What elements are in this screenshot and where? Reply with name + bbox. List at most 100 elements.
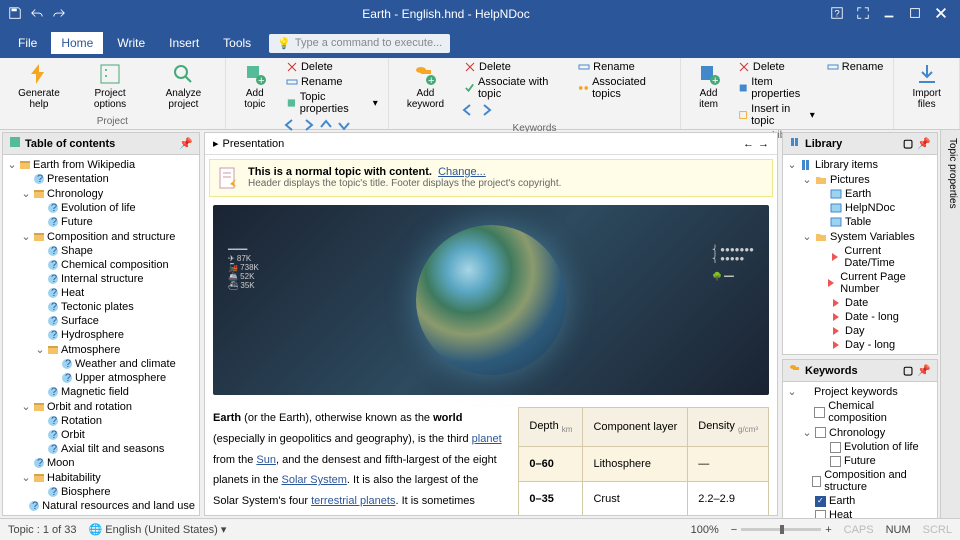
prev-topic-icon[interactable]: ←	[743, 138, 754, 150]
toc-item[interactable]: ?Orbit	[5, 428, 197, 442]
import-files-button[interactable]: Import files	[900, 60, 953, 112]
maximize-panel-icon[interactable]: ▢	[903, 364, 913, 377]
toc-item[interactable]: ?Shape	[5, 244, 197, 258]
keyword-item[interactable]: ⌄Chronology	[785, 425, 935, 440]
toc-item[interactable]: ?Biosphere	[5, 485, 197, 499]
keyword-item[interactable]: Chemical composition	[785, 399, 935, 425]
kw-assoc-topics-button[interactable]: Associated topics	[574, 75, 674, 101]
lib-properties-button[interactable]: Item properties	[734, 75, 819, 101]
toc-item[interactable]: ⌄Composition and structure	[5, 229, 197, 244]
save-icon[interactable]	[8, 6, 22, 23]
kw-left-icon[interactable]	[460, 102, 476, 121]
tab-write[interactable]: Write	[107, 32, 155, 54]
toc-item[interactable]: ⌄Orbit and rotation	[5, 399, 197, 414]
keyword-item[interactable]: Composition and structure	[785, 468, 935, 494]
help-icon[interactable]: ?	[830, 6, 844, 23]
maximize-panel-icon[interactable]: ▢	[903, 137, 913, 150]
toc-item[interactable]: ⌄Atmosphere	[5, 342, 197, 357]
next-topic-icon[interactable]: →	[758, 138, 769, 150]
library-item[interactable]: Current Page Number	[785, 270, 935, 296]
kw-right-icon[interactable]	[478, 102, 494, 121]
keyword-checkbox[interactable]	[830, 442, 841, 453]
toc-item[interactable]: ?Presentation	[5, 172, 197, 186]
minimize-icon[interactable]	[882, 6, 896, 23]
toc-item[interactable]: ?Hydrosphere	[5, 328, 197, 342]
keyword-checkbox[interactable]	[815, 496, 826, 507]
add-library-item-button[interactable]: +Add item	[687, 60, 730, 112]
toc-item[interactable]: ?Rotation	[5, 414, 197, 428]
toc-item[interactable]: ?Heat	[5, 286, 197, 300]
toc-item[interactable]: ?Natural and environmental hazards	[5, 513, 197, 515]
toc-item[interactable]: ?Future	[5, 215, 197, 229]
library-item[interactable]: HelpNDoc	[785, 201, 935, 215]
library-item[interactable]: Day	[785, 324, 935, 338]
library-item[interactable]: Day - long	[785, 338, 935, 352]
toc-item[interactable]: ?Natural resources and land use	[5, 499, 197, 513]
toc-delete-button[interactable]: Delete	[282, 60, 382, 74]
keyword-checkbox[interactable]	[815, 427, 826, 438]
pin-icon[interactable]: 📌	[917, 137, 931, 150]
library-item[interactable]: Earth	[785, 187, 935, 201]
library-item[interactable]: Date - long	[785, 310, 935, 324]
zoom-level[interactable]: 100%	[691, 524, 719, 536]
keyword-item[interactable]: Future	[785, 454, 935, 468]
keyword-checkbox[interactable]	[815, 510, 826, 519]
lib-insert-button[interactable]: Insert in topic ▾	[734, 102, 819, 128]
tab-tools[interactable]: Tools	[213, 32, 261, 54]
library-item[interactable]: Date	[785, 296, 935, 310]
command-search[interactable]: 💡 Type a command to execute...	[269, 34, 450, 53]
library-item[interactable]: Current Date/Time	[785, 244, 935, 270]
keyword-checkbox[interactable]	[812, 476, 822, 487]
library-item[interactable]: ⌄Library items	[785, 157, 935, 172]
keyword-checkbox[interactable]	[814, 407, 825, 418]
undo-icon[interactable]	[30, 6, 44, 23]
change-link[interactable]: Change...	[438, 166, 486, 178]
analyze-project-button[interactable]: Analyze project	[148, 60, 218, 112]
link-terrestrial[interactable]: terrestrial planets	[311, 495, 395, 507]
toc-item[interactable]: ⌄Chronology	[5, 186, 197, 201]
kw-delete-button[interactable]: Delete	[460, 60, 570, 74]
library-item[interactable]: ⌄Pictures	[785, 172, 935, 187]
language-selector[interactable]: 🌐 English (United States) ▾	[89, 523, 227, 536]
breadcrumb[interactable]: Presentation	[223, 138, 285, 150]
keyword-item[interactable]: Evolution of life	[785, 440, 935, 454]
toc-item[interactable]: ⌄Habitability	[5, 470, 197, 485]
editor-content[interactable]: ━━━━✈ 87K🚂 738K🚢 52K⛴ 35K ⎨ ●●●●●●●⎨ ●●●…	[205, 201, 777, 515]
toc-rename-button[interactable]: Rename	[282, 75, 382, 89]
link-solar-system[interactable]: Solar System	[282, 474, 347, 486]
topic-properties-button[interactable]: Topic properties ▾	[282, 90, 382, 116]
toc-item[interactable]: ?Chemical composition	[5, 258, 197, 272]
kw-associate-button[interactable]: Associate with topic	[460, 75, 570, 101]
add-keyword-button[interactable]: +Add keyword	[395, 60, 456, 112]
toc-item[interactable]: ?Upper atmosphere	[5, 371, 197, 385]
zoom-out-button[interactable]: −	[731, 524, 737, 536]
library-item[interactable]: Table	[785, 215, 935, 229]
toc-item[interactable]: ⌄Earth from Wikipedia	[5, 157, 197, 172]
add-topic-button[interactable]: +Add topic	[232, 60, 278, 112]
library-item[interactable]: ⌄System Variables	[785, 229, 935, 244]
link-planet[interactable]: planet	[472, 433, 502, 445]
keyword-item[interactable]: Earth	[785, 494, 935, 508]
kw-rename-button[interactable]: Rename	[574, 60, 674, 74]
fullscreen-icon[interactable]	[856, 6, 870, 23]
toc-item[interactable]: ?Weather and climate	[5, 357, 197, 371]
toc-item[interactable]: ?Axial tilt and seasons	[5, 442, 197, 456]
keyword-item[interactable]: Heat	[785, 508, 935, 518]
toc-item[interactable]: ?Magnetic field	[5, 385, 197, 399]
tab-insert[interactable]: Insert	[159, 32, 209, 54]
lib-rename-button[interactable]: Rename	[823, 60, 888, 74]
pin-icon[interactable]: 📌	[179, 137, 193, 150]
link-sun[interactable]: Sun	[256, 454, 276, 466]
keyword-checkbox[interactable]	[830, 456, 841, 467]
tab-file[interactable]: File	[8, 32, 47, 54]
toc-item[interactable]: ?Surface	[5, 314, 197, 328]
toc-item[interactable]: ?Moon	[5, 456, 197, 470]
toc-item[interactable]: ?Tectonic plates	[5, 300, 197, 314]
zoom-slider[interactable]	[741, 528, 821, 531]
maximize-icon[interactable]	[908, 6, 922, 23]
close-icon[interactable]	[934, 6, 948, 23]
redo-icon[interactable]	[52, 6, 66, 23]
tab-home[interactable]: Home	[51, 32, 103, 54]
keyword-item[interactable]: ⌄Project keywords	[785, 384, 935, 399]
toc-item[interactable]: ?Evolution of life	[5, 201, 197, 215]
